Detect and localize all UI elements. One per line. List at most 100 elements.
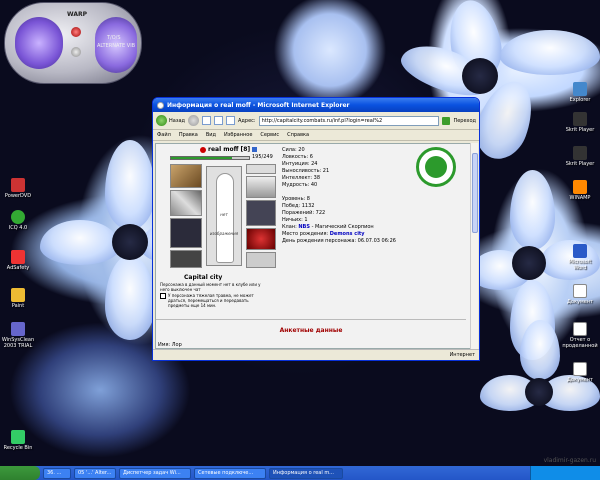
profile-name: Имя: Лор	[158, 342, 182, 348]
clan-suffix: - Магический Скорпион	[311, 224, 374, 230]
info-clan: Клан: NBS - Магический Скорпион	[282, 224, 396, 231]
browser-window[interactable]: Информация о real moff - Microsoft Inter…	[152, 97, 480, 361]
desktop-icon-winsysclean[interactable]: WinSysClean 2003 TRIAL	[0, 322, 36, 349]
stat-intuition: Интуиция: 24	[282, 161, 318, 167]
adsafety-icon	[11, 250, 25, 264]
menu-bar: Файл Правка Вид Избранное Сервис Справка	[153, 130, 479, 141]
birth-city-link[interactable]: Demons city	[330, 231, 365, 237]
player-label-1: T/O/S	[107, 35, 121, 41]
equip-slot-earrings[interactable]	[246, 164, 276, 174]
clan-logo[interactable]	[416, 147, 456, 187]
word-icon	[573, 244, 587, 258]
info-level: Уровень: 8	[282, 196, 310, 202]
stat-endurance: Выносливость: 21	[282, 168, 330, 174]
address-input[interactable]: http://capitalcity.combats.ru/inf.pl?log…	[258, 115, 440, 126]
watermark: vladimir-gazen.ru	[543, 457, 596, 464]
back-button[interactable]: Назад	[156, 115, 185, 126]
info-draws: Ничьих: 1	[282, 217, 308, 223]
birth-prefix: Место рождения:	[282, 231, 329, 237]
powerdvd-icon	[11, 178, 25, 192]
equip-slot-armor[interactable]	[170, 218, 202, 248]
info-icon[interactable]	[252, 147, 258, 152]
equip-slot-weapon[interactable]	[170, 190, 202, 216]
desktop-icon-label: Explorer	[569, 97, 591, 103]
trauma-warning: У персонажа тяжелая травма, не может дра…	[160, 293, 270, 308]
info-losses: Поражений: 722	[282, 210, 326, 216]
clan-prefix: Клан:	[282, 224, 297, 230]
desktop-icon-doc-2[interactable]: Документ	[562, 362, 598, 383]
desktop-icon-winamp[interactable]: WINAMP	[562, 180, 598, 201]
character-city: Capital city	[184, 274, 223, 281]
stat-wisdom: Мудрость: 40	[282, 182, 318, 188]
desktop-icon-recycle-bin[interactable]: Recycle Bin	[0, 430, 36, 451]
desktop-icon-paint[interactable]: Paint	[0, 288, 36, 309]
menu-view[interactable]: Вид	[206, 132, 216, 138]
taskbar-item-active[interactable]: Информация о real m...	[269, 467, 343, 479]
desktop-icon-label: PowerDVD	[4, 193, 32, 199]
menu-edit[interactable]: Правка	[179, 132, 198, 138]
vertical-scrollbar[interactable]	[470, 143, 478, 349]
toolbar: Назад Адрес: http://capitalcity.combats.…	[153, 112, 479, 130]
desktop-icon-word[interactable]: Microsoft Word	[562, 244, 598, 271]
desktop-icon-doc-1[interactable]: Документ	[562, 284, 598, 305]
hp-text: 195/249	[252, 154, 273, 160]
desktop-icon-label: ICQ 4.0	[8, 225, 28, 231]
desktop-icon-label: Документ	[567, 377, 593, 383]
player-close-button[interactable]	[71, 27, 81, 37]
desktop-icon-report[interactable]: Отчет о проделанной	[562, 322, 598, 349]
desktop-icon-label: Skrit Player	[565, 161, 595, 167]
taskbar-item[interactable]: 05 '...' Alter...	[74, 467, 116, 479]
info-birthday: День рождения персонажа: 06.07.03 06:26	[282, 238, 396, 244]
refresh-icon[interactable]	[214, 116, 224, 125]
desktop-icon-explorer[interactable]: Explorer	[562, 82, 598, 103]
desktop-icon-icq[interactable]: ICQ 4.0	[0, 210, 36, 231]
page-content: real moff [8] 195/249 нет изображения Ca…	[155, 143, 471, 349]
desktop-icon-skrit-2[interactable]: Skrit Player	[562, 146, 598, 167]
trauma-icon	[160, 293, 166, 299]
go-arrow-icon[interactable]	[442, 116, 451, 125]
winsysclean-icon	[11, 322, 25, 336]
desktop-icon-skrit-1[interactable]: Skrit Player	[562, 112, 598, 133]
status-zone: Интернет	[449, 352, 475, 358]
go-button[interactable]: Переход	[453, 118, 476, 124]
document-icon	[573, 284, 587, 298]
start-button[interactable]	[0, 466, 40, 480]
equip-slot-rings[interactable]	[246, 200, 276, 226]
task-label: Сетевые подключе...	[198, 470, 254, 476]
task-label: Диспетчер задач Wi...	[123, 470, 181, 476]
stat-agility: Ловкость: 6	[282, 154, 313, 160]
taskbar-item[interactable]: Диспетчер задач Wi...	[119, 467, 191, 479]
desktop-icon-adsafety[interactable]: AdSafety	[0, 250, 36, 271]
winamp-icon	[573, 180, 587, 194]
info-birthplace: Место рождения: Demons city	[282, 231, 396, 238]
clan-link[interactable]: NBS	[298, 224, 310, 230]
equip-slot-helmet[interactable]	[170, 164, 202, 188]
stop-icon[interactable]	[202, 116, 212, 125]
document-icon	[573, 362, 587, 376]
menu-help[interactable]: Справка	[287, 132, 309, 138]
media-player-skin[interactable]: WARP ALTERNATE VIB T/O/S	[4, 2, 142, 84]
equip-slot-belt[interactable]	[170, 250, 202, 268]
equip-slot-shield[interactable]	[246, 228, 276, 250]
desktop-icon-powerdvd[interactable]: PowerDVD	[0, 178, 36, 199]
character-login: real moff	[208, 146, 239, 153]
equip-slot-amulet[interactable]	[246, 176, 276, 198]
desktop-icon-label: WINAMP	[569, 195, 591, 201]
player-brand: WARP	[67, 11, 88, 18]
home-icon[interactable]	[226, 116, 236, 125]
equip-slot-boots[interactable]	[246, 252, 276, 268]
taskbar-item[interactable]: Сетевые подключе...	[194, 467, 266, 479]
player-play-button[interactable]	[71, 47, 81, 57]
ie-icon	[157, 101, 164, 109]
profile-data-heading: Анкетные данные	[279, 327, 343, 334]
window-titlebar[interactable]: Информация о real moff - Microsoft Inter…	[153, 98, 479, 112]
skrit-player-icon	[573, 146, 587, 160]
taskbar-item[interactable]: 36. ...	[43, 467, 71, 479]
menu-file[interactable]: Файл	[157, 132, 171, 138]
forward-button[interactable]	[188, 115, 200, 126]
menu-favorites[interactable]: Избранное	[224, 132, 252, 138]
menu-tools[interactable]: Сервис	[260, 132, 279, 138]
scrollbar-thumb[interactable]	[472, 153, 478, 233]
task-label: Информация о real m...	[273, 470, 334, 476]
character-silhouette	[216, 173, 234, 263]
